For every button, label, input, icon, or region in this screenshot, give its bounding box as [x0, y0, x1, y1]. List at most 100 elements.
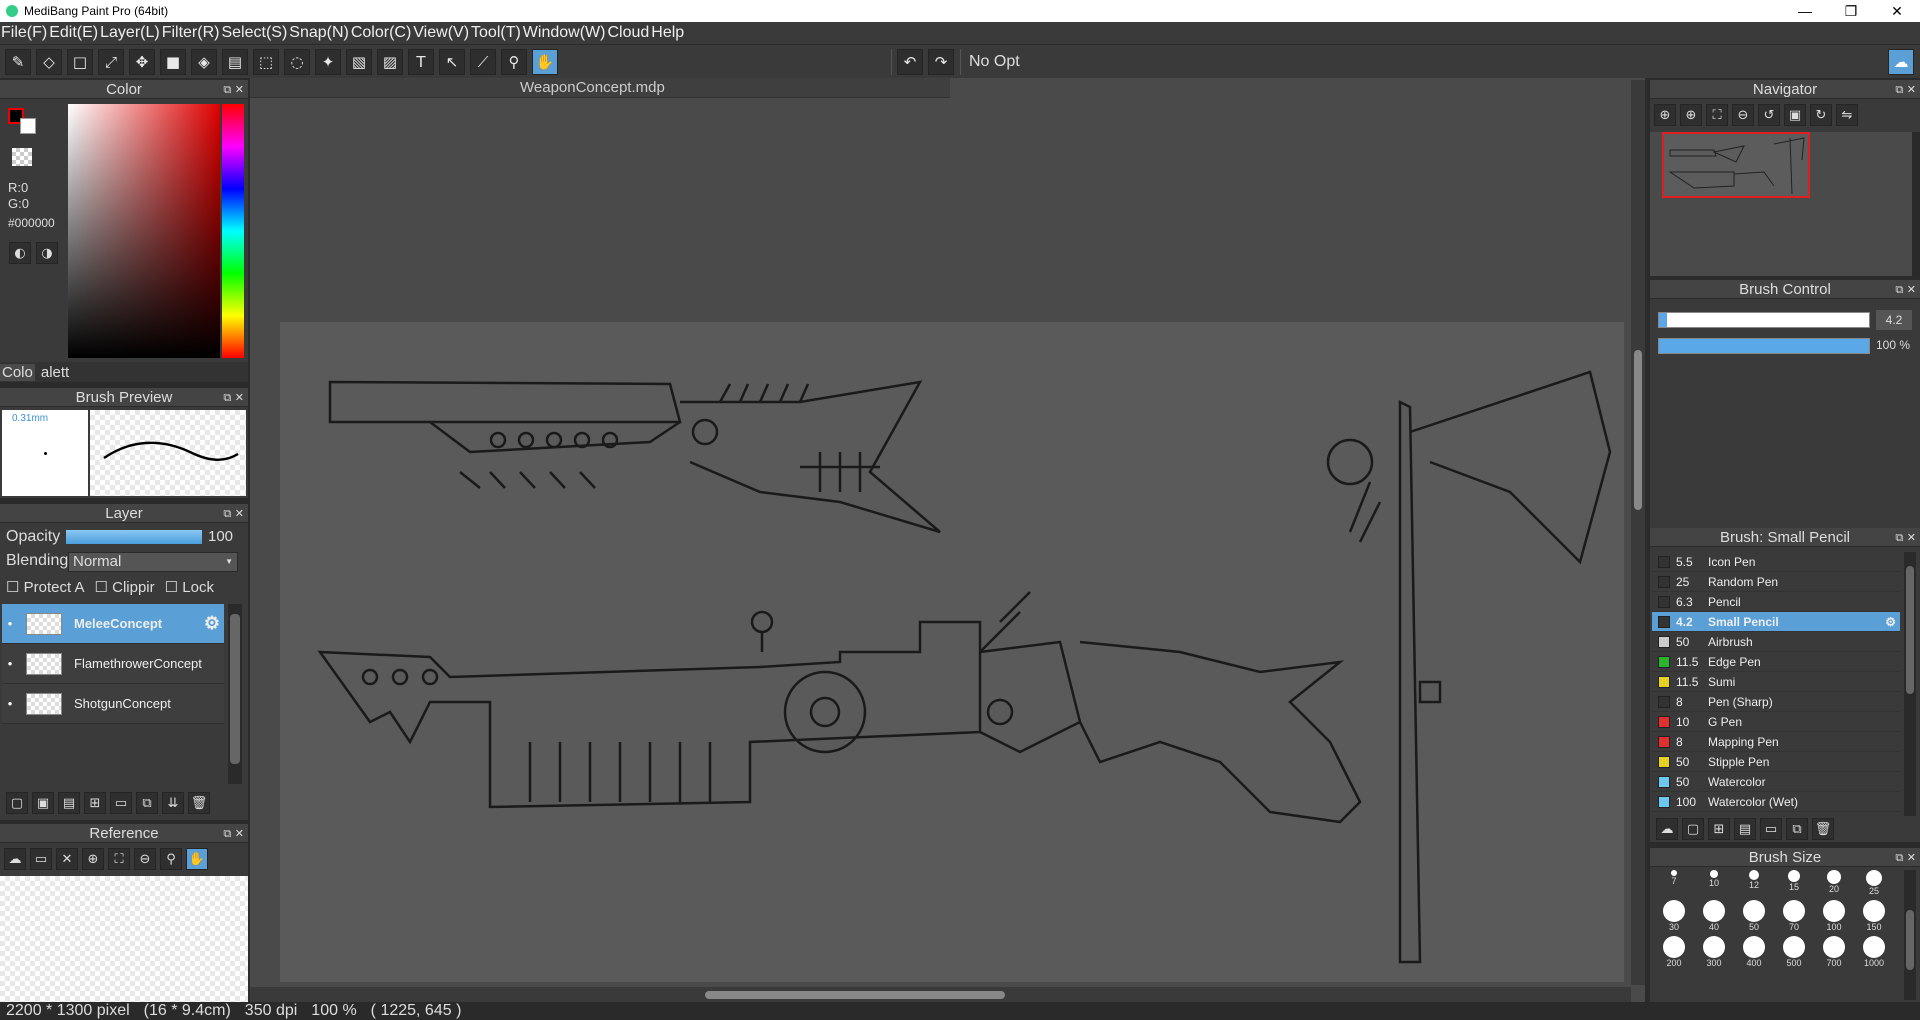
cloud-brush-icon[interactable]: ☁	[1656, 818, 1678, 840]
move-tool-icon[interactable]: ✥	[129, 48, 155, 75]
scrollbar-thumb[interactable]	[1906, 566, 1914, 694]
new-halftone-layer-icon[interactable]: ▣	[32, 792, 54, 814]
merge-layer-icon[interactable]: ⇊	[162, 792, 184, 814]
panel-float-close-icon[interactable]: ⧉ ✕	[1895, 280, 1916, 299]
document-tab[interactable]: WeaponConcept.mdp	[250, 78, 950, 98]
flip-icon[interactable]: ⇋	[1836, 104, 1858, 126]
redo-icon[interactable]: ↷	[928, 48, 954, 75]
brush-size-option[interactable]: 1000	[1854, 936, 1894, 968]
canvas-area[interactable]: WeaponConcept.mdp	[250, 78, 1645, 1003]
brush-list-item[interactable]: 100 Watercolor (Wet)	[1652, 792, 1900, 812]
brush-list-item[interactable]: 6.3 Pencil	[1652, 592, 1900, 612]
brush-opacity-slider[interactable]	[1658, 338, 1870, 354]
color-history-icon[interactable]: ◑	[36, 242, 58, 264]
menu-layer[interactable]: Layer(L)	[99, 24, 161, 42]
tab-palette[interactable]: alett	[35, 364, 75, 381]
cloud-icon[interactable]: ☁	[1888, 48, 1914, 75]
cloud-open-icon[interactable]: ☁	[4, 848, 26, 870]
menu-select[interactable]: Select(S)	[220, 24, 288, 42]
scrollbar-thumb[interactable]	[1634, 350, 1642, 510]
document-canvas[interactable]	[280, 322, 1624, 982]
brush-list-item[interactable]: 4.2 Small Pencil ⚙	[1652, 612, 1900, 632]
scrollbar-thumb[interactable]	[1906, 910, 1914, 970]
zoom-in-icon[interactable]: ⊕	[1654, 104, 1676, 126]
delete-brush-icon[interactable]: 🗑	[1812, 818, 1834, 840]
panel-float-close-icon[interactable]: ⧉ ✕	[1895, 848, 1916, 867]
panel-float-close-icon[interactable]: ⧉ ✕	[1895, 80, 1916, 99]
opacity-slider[interactable]	[66, 530, 202, 544]
scrollbar-thumb[interactable]	[705, 991, 1005, 999]
new-layer-icon[interactable]: ▢	[6, 792, 28, 814]
brush-size-option[interactable]: 15	[1774, 870, 1814, 896]
text-tool-icon[interactable]: T	[408, 48, 434, 75]
brush-size-option[interactable]: 150	[1854, 900, 1894, 932]
brush-size-option[interactable]: 300	[1694, 936, 1734, 968]
divide-tool-icon[interactable]: ⟋	[470, 48, 496, 75]
operation-tool-icon[interactable]: ↖	[439, 48, 465, 75]
brush-list-item[interactable]: 8 Mapping Pen	[1652, 732, 1900, 752]
brush-size-option[interactable]: 400	[1734, 936, 1774, 968]
brush-size-option[interactable]: 500	[1774, 936, 1814, 968]
magic-wand-icon[interactable]: ✦	[315, 48, 341, 75]
navigator-viewport[interactable]	[1662, 132, 1810, 198]
eyedropper-tool-icon[interactable]: ⚲	[501, 48, 527, 75]
canvas-vscrollbar[interactable]	[1631, 80, 1645, 985]
brush-list-scrollbar[interactable]	[1904, 552, 1916, 816]
brush-list-item[interactable]: 25 Random Pen	[1652, 572, 1900, 592]
brush-settings-icon[interactable]: ▤	[1734, 818, 1756, 840]
clipping-checkbox[interactable]: ☐ Clippir	[95, 578, 155, 596]
brush-list-item[interactable]: 10 G Pen	[1652, 712, 1900, 732]
reference-canvas[interactable]	[0, 876, 248, 1002]
brush-size-value[interactable]: 4.2	[1876, 310, 1912, 330]
menu-snap[interactable]: Snap(N)	[288, 24, 350, 42]
color-saturation-field[interactable]	[68, 104, 220, 358]
open-folder-icon[interactable]: ▭	[30, 848, 52, 870]
menu-view[interactable]: View(V)	[412, 24, 470, 42]
layer-row[interactable]: ● ShotgunConcept	[2, 684, 224, 724]
add-layer-menu-icon[interactable]: ⊞	[84, 792, 106, 814]
scrollbar-thumb[interactable]	[230, 614, 240, 764]
new-folder-icon[interactable]: ▭	[110, 792, 132, 814]
zoom-in-icon[interactable]: ⊕	[82, 848, 104, 870]
canvas-hscrollbar[interactable]	[250, 987, 1631, 1003]
panel-float-close-icon[interactable]: ⧉ ✕	[223, 504, 244, 523]
zoom-out-icon[interactable]: ⊖	[134, 848, 156, 870]
tab-color[interactable]: Colo	[0, 363, 35, 381]
brush-list-item[interactable]: 50 Stipple Pen	[1652, 752, 1900, 772]
restore-icon[interactable]: ❐	[1828, 3, 1874, 20]
brush-size-option[interactable]: 100	[1814, 900, 1854, 932]
visibility-icon[interactable]: ●	[2, 619, 18, 628]
undo-icon[interactable]: ↶	[897, 48, 923, 75]
add-brush-icon[interactable]: ▢	[1682, 818, 1704, 840]
brush-size-slider[interactable]	[1658, 312, 1870, 328]
brush-list-item[interactable]: 5.5 Icon Pen	[1652, 552, 1900, 572]
menu-edit[interactable]: Edit(E)	[48, 24, 99, 42]
brush-list-item[interactable]: 8 Pen (Sharp)	[1652, 692, 1900, 712]
delete-layer-icon[interactable]: 🗑	[188, 792, 210, 814]
visibility-icon[interactable]: ●	[2, 699, 18, 708]
brush-size-option[interactable]: 25	[1854, 870, 1894, 896]
layer-row[interactable]: ● MeleeConcept ⚙	[2, 604, 224, 644]
navigator-scrollbar[interactable]	[1912, 132, 1920, 276]
brush-size-scrollbar[interactable]	[1904, 870, 1916, 1000]
visibility-icon[interactable]: ●	[2, 659, 18, 668]
panel-float-close-icon[interactable]: ⧉ ✕	[223, 388, 244, 407]
brush-size-option[interactable]: 200	[1654, 936, 1694, 968]
layer-scrollbar[interactable]	[228, 604, 242, 784]
layer-row[interactable]: ● FlamethrowerConcept	[2, 644, 224, 684]
new-8bit-layer-icon[interactable]: ▤	[58, 792, 80, 814]
navigator-preview[interactable]	[1650, 132, 1912, 276]
menu-color[interactable]: Color(C)	[350, 24, 412, 42]
menu-help[interactable]: Help	[650, 24, 685, 42]
minimize-icon[interactable]: —	[1782, 3, 1828, 20]
brush-menu-icon[interactable]: ⊞	[1708, 818, 1730, 840]
brush-size-option[interactable]: 10	[1694, 870, 1734, 896]
blending-select[interactable]: Normal ▼	[68, 552, 238, 572]
rotate-right-icon[interactable]: ↻	[1810, 104, 1832, 126]
lock-checkbox[interactable]: ☐ Lock	[165, 578, 214, 596]
select-lasso-icon[interactable]: ◌	[284, 48, 310, 75]
select-eraser-icon[interactable]: ▨	[377, 48, 403, 75]
brush-list-item[interactable]: 11.5 Edge Pen	[1652, 652, 1900, 672]
eraser-tool-icon[interactable]: ◇	[36, 48, 62, 75]
hue-slider[interactable]	[222, 104, 244, 358]
